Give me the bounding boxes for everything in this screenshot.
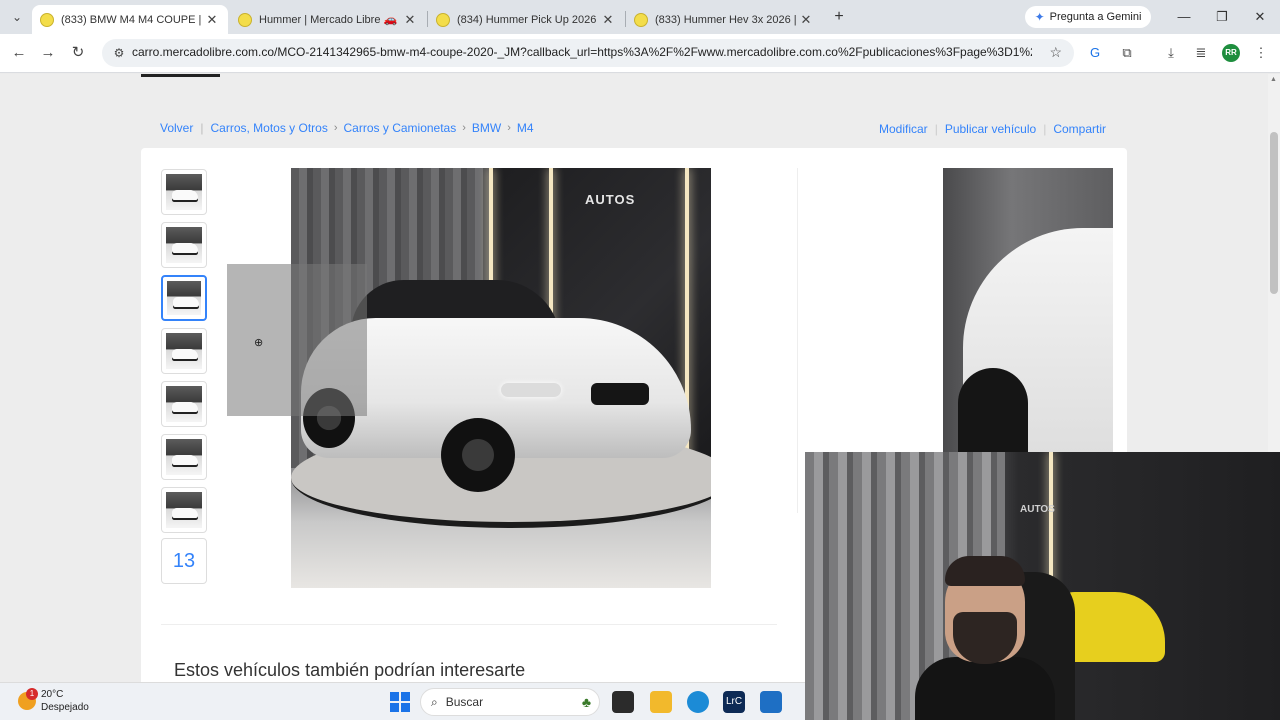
minimize-icon[interactable]: — [1172, 6, 1196, 28]
file-explorer-dark-icon[interactable] [612, 691, 634, 713]
chevron-right-icon: › [333, 122, 338, 134]
windows-taskbar: 1 20°C Despejado ⌕ Buscar ♣ LrC [0, 682, 805, 720]
tab-bar: ⌄ (833) BMW M4 M4 COUPE | Me ✕ Hummer | … [0, 0, 1280, 34]
extensions-puzzle-icon[interactable]: ⧉ [1118, 44, 1136, 62]
address-bar-row: ← → ↻ ⚙ carro.mercadolibre.com.co/MCO-21… [0, 34, 1280, 73]
publish-vehicle-link[interactable]: Publicar vehículo [945, 122, 1036, 136]
tab-hummer[interactable]: Hummer | Mercado Libre 🚗 ✕ [230, 5, 426, 34]
breadcrumb-item-subcategory[interactable]: Carros y Camionetas [344, 121, 457, 135]
mercadolibre-favicon-icon [238, 12, 252, 27]
car-headlight [501, 383, 561, 397]
car-wheel [441, 418, 515, 492]
scrollbar-thumb[interactable] [1270, 132, 1278, 294]
share-link[interactable]: Compartir [1053, 122, 1106, 136]
car-photo-thumbnail [166, 386, 202, 422]
tab-bmw-m4[interactable]: (833) BMW M4 M4 COUPE | Me ✕ [32, 5, 228, 34]
gallery-thumbnail[interactable] [161, 328, 207, 374]
windows-start-icon[interactable] [390, 692, 410, 712]
header-remnant [141, 74, 220, 77]
download-icon[interactable]: ⤓ [1162, 44, 1180, 62]
webcam-dealer-logo: AUTOS [1020, 504, 1055, 515]
webcam-overlay: AUTOS [805, 452, 1280, 720]
profile-avatar[interactable]: RR [1222, 44, 1240, 62]
close-tab-icon[interactable]: ✕ [798, 12, 814, 28]
translate-icon[interactable]: G [1086, 44, 1104, 62]
reload-icon[interactable]: ↻ [68, 43, 88, 63]
tab-search-icon[interactable]: ⌄ [8, 8, 26, 26]
mercadolibre-favicon-icon [40, 12, 54, 27]
car-photo-thumbnail [166, 174, 202, 210]
close-tab-icon[interactable]: ✕ [600, 12, 616, 28]
breadcrumb-separator: | [200, 121, 204, 135]
action-separator: | [934, 122, 938, 136]
taskbar-search[interactable]: ⌕ Buscar ♣ [420, 688, 600, 716]
reading-list-icon[interactable]: ≣ [1192, 44, 1210, 62]
breadcrumb: Volver | Carros, Motos y Otros › Carros … [160, 121, 534, 135]
chevron-right-icon: › [462, 122, 466, 134]
folder-icon[interactable] [650, 691, 672, 713]
back-link[interactable]: Volver [160, 121, 193, 135]
gallery-thumbnail[interactable] [161, 487, 207, 533]
gallery-thumbnail-selected[interactable] [161, 275, 207, 321]
action-separator: | [1043, 122, 1047, 136]
weather-condition: Despejado [41, 702, 89, 713]
modify-link[interactable]: Modificar [879, 122, 928, 136]
section-divider [161, 624, 777, 625]
gemini-button[interactable]: ✦ Pregunta a Gemini [1025, 6, 1151, 28]
search-highlight-icon: ♣ [581, 694, 591, 710]
lightroom-classic-icon[interactable]: LrC [723, 691, 745, 713]
scroll-up-icon[interactable]: ▲ [1270, 76, 1277, 83]
new-tab-button[interactable]: + [829, 7, 849, 27]
restore-icon[interactable]: ❐ [1210, 6, 1234, 28]
weather-widget[interactable]: 1 20°C Despejado [18, 688, 89, 714]
gallery-thumbnail[interactable] [161, 434, 207, 480]
sun-weather-icon: 1 [18, 688, 38, 710]
webcam-person-hair [945, 556, 1025, 586]
breadcrumb-item-brand[interactable]: BMW [472, 121, 501, 135]
car-photo-thumbnail [166, 439, 202, 475]
listing-actions: Modificar | Publicar vehículo | Comparti… [879, 122, 1106, 136]
close-window-icon[interactable]: ✕ [1248, 6, 1272, 28]
car-photo-thumbnail [166, 333, 202, 369]
gallery-thumbnail[interactable] [161, 381, 207, 427]
forward-arrow-icon[interactable]: → [38, 43, 58, 63]
car-photo-thumbnail [167, 281, 201, 315]
mercadolibre-favicon-icon [634, 12, 648, 27]
more-photos-button[interactable]: 13 [161, 538, 207, 584]
site-info-icon[interactable]: ⚙ [111, 45, 127, 61]
gallery-thumbnail[interactable] [161, 222, 207, 268]
back-arrow-icon[interactable]: ← [9, 43, 29, 63]
webcam-person-body [915, 657, 1055, 720]
gallery-thumbnail[interactable] [161, 169, 207, 215]
car-photo-thumbnail [166, 492, 202, 528]
gemini-sparkle-icon: ✦ [1034, 10, 1045, 24]
suggestions-heading: Estos vehículos también podrían interesa… [174, 660, 526, 680]
chevron-right-icon: › [507, 122, 511, 134]
search-icon: ⌕ [431, 694, 438, 709]
breadcrumb-item-model[interactable]: M4 [517, 121, 534, 135]
weather-temperature: 20°C [41, 689, 64, 700]
car-photo-thumbnail [166, 227, 202, 263]
zoom-cursor-icon: ⊕ [254, 337, 264, 349]
mercadolibre-favicon-icon [436, 12, 450, 27]
menu-kebab-icon[interactable]: ⋮ [1252, 44, 1270, 62]
car-grille [591, 383, 649, 405]
tab-hummer-hev[interactable]: (833) Hummer Hev 3x 2026 | M ✕ [626, 5, 822, 34]
bookmark-star-icon[interactable]: ☆ [1049, 44, 1062, 61]
breadcrumb-item-category[interactable]: Carros, Motos y Otros [210, 121, 327, 135]
zoom-lens [227, 264, 367, 416]
tab-hummer-pickup[interactable]: (834) Hummer Pick Up 2026 | M ✕ [428, 5, 624, 34]
edge-browser-icon[interactable] [687, 691, 709, 713]
microsoft-store-icon[interactable] [760, 691, 782, 713]
address-input[interactable]: ⚙ carro.mercadolibre.com.co/MCO-21413429… [102, 39, 1074, 67]
close-tab-icon[interactable]: ✕ [402, 12, 418, 28]
dealer-logo-text: AUTOS [585, 192, 636, 207]
close-tab-icon[interactable]: ✕ [204, 12, 220, 28]
notification-badge: 1 [26, 688, 38, 700]
